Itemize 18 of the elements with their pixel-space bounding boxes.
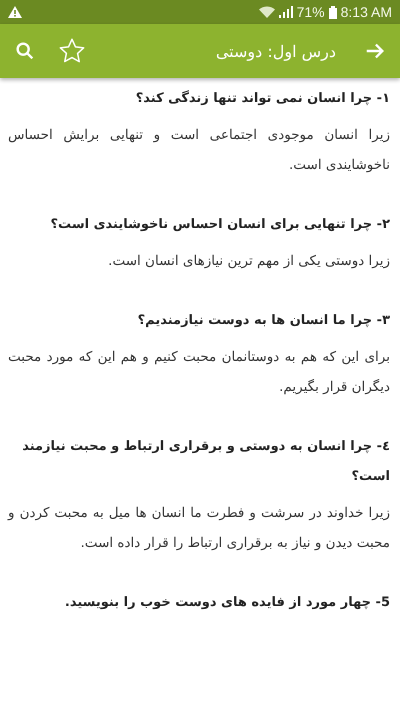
question-text: ۳- چرا ما انسان ها به دوست نیازمندیم؟ [136, 312, 390, 330]
question-text: ۱- چرا انسان نمی تواند تنها زندگی کند؟ [134, 89, 390, 108]
search-button[interactable] [14, 40, 36, 62]
battery-percentage: 71% [296, 4, 325, 20]
question-text: ٤- چرا انسان به دوستی و برقراری ارتباط و محبت نیازمند است؟ [21, 438, 390, 486]
question-text: ۲- چرا تنهایی برای انسان احساس ناخوشایندی است؟ [50, 216, 390, 234]
answer-text: زیرا انسان موجودی اجتماعی است و تنهایی برایش احساس ناخوشایندی است. [8, 126, 390, 175]
clock-time: 8:13 AM [340, 4, 392, 20]
warning-icon [8, 6, 22, 18]
answer-text: برای این که هم به دوستانمان محبت کنیم و هم این که مورد محبت دیگران قرار بگیریم. [8, 348, 390, 397]
answer-text: زیرا خداوند در سرشت و فطرت ما انسان ها میل به محبت کردن و محبت دیدن و نیاز به برقراری ارتباط را قرار داده است. [8, 504, 390, 553]
question-text: 5- چهار مورد از فایده های دوست خوب را بنویسید. [64, 594, 390, 612]
wifi-icon [258, 6, 275, 18]
toolbar-title: درس اول: دوستی [216, 42, 336, 60]
signal-icon [278, 6, 293, 18]
star-button[interactable] [58, 37, 86, 65]
answer-text: زیرا دوستی یکی از مهم ترین نیازهای انسان است. [107, 252, 390, 271]
battery-icon [328, 6, 337, 18]
